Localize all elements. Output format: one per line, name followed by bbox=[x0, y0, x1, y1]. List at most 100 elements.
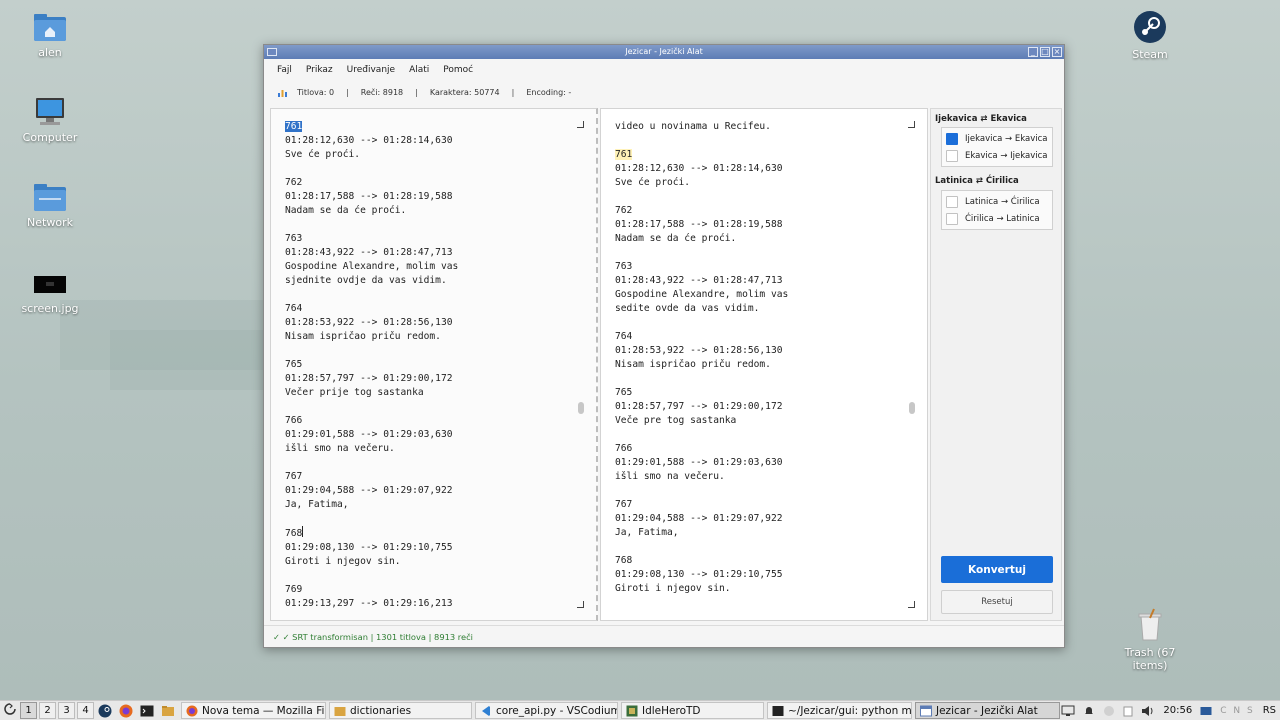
task-terminal[interactable]: ~/Jezicar/gui: python ma... bbox=[767, 702, 912, 719]
window-titlebar[interactable]: Jezicar - Jezički Alat _ □ × bbox=[264, 45, 1064, 59]
task-idleherotd[interactable]: IdleHeroTD bbox=[621, 702, 764, 719]
status-circle-icon[interactable] bbox=[1103, 705, 1115, 717]
checkbox-unchecked[interactable] bbox=[946, 213, 958, 225]
menu-edit[interactable]: Uređivanje bbox=[340, 65, 402, 75]
selected-text: 761 bbox=[285, 121, 303, 132]
task-label: Nova tema — Mozilla Fir... bbox=[202, 704, 326, 717]
clock[interactable]: 20:56 bbox=[1163, 705, 1192, 716]
option-label: Ekavica → Ijekavica bbox=[965, 151, 1048, 161]
task-label: ~/Jezicar/gui: python ma... bbox=[788, 704, 912, 717]
input-text-before-caret: 01:28:12,630 --> 01:28:14,630 Sve će pro… bbox=[285, 135, 459, 539]
task-firefox[interactable]: Nova tema — Mozilla Fir... bbox=[181, 702, 326, 719]
reset-button[interactable]: Resetuj bbox=[941, 590, 1053, 614]
checkbox-unchecked[interactable] bbox=[946, 196, 958, 208]
task-dictionaries[interactable]: dictionaries bbox=[329, 702, 472, 719]
output-text-content[interactable]: video u novinama u Recifeu. 761 01:28:12… bbox=[615, 120, 788, 596]
desktop-icon-computer[interactable]: Computer bbox=[10, 97, 90, 144]
input-text-content[interactable]: 761 01:28:12,630 --> 01:28:14,630 Sve će… bbox=[285, 120, 458, 611]
network-folder-icon bbox=[34, 184, 66, 211]
option-label: Ćirilica → Latinica bbox=[965, 214, 1040, 224]
input-text-editor[interactable]: 761 01:28:12,630 --> 01:28:14,630 Sve će… bbox=[270, 108, 598, 621]
minimize-button[interactable]: _ bbox=[1028, 47, 1038, 57]
trash-icon bbox=[1138, 608, 1162, 641]
desktop-icon-label: Computer bbox=[22, 131, 78, 144]
terminal-icon bbox=[772, 705, 784, 716]
maximize-button[interactable]: □ bbox=[1040, 47, 1050, 57]
desktop-icon-screen-jpg[interactable]: screen.jpg bbox=[10, 268, 90, 315]
option-ijekavica-to-ekavica[interactable]: Ijekavica → Ekavica bbox=[946, 132, 1048, 146]
task-label: core_api.py - VSCodium bbox=[496, 704, 618, 717]
right-scrollbar-thumb[interactable] bbox=[909, 402, 915, 414]
output-text-editor[interactable]: video u novinama u Recifeu. 761 01:28:12… bbox=[600, 108, 928, 621]
status-message: ✓ ✓ SRT transformisan | 1301 titlova | 8… bbox=[273, 631, 473, 642]
volume-icon[interactable] bbox=[1141, 705, 1155, 717]
file-manager-launcher-icon[interactable] bbox=[158, 702, 178, 719]
start-menu-icon[interactable] bbox=[2, 703, 18, 718]
convert-button[interactable]: Konvertuj bbox=[941, 556, 1053, 583]
checkbox-checked[interactable] bbox=[946, 133, 958, 145]
folder-icon bbox=[334, 706, 346, 716]
keyboard-layout[interactable]: RS bbox=[1263, 705, 1276, 716]
desktop-icon-trash[interactable]: Trash (67 items) bbox=[1110, 608, 1190, 672]
app-window: Jezicar - Jezički Alat _ □ × Fajl Prikaz… bbox=[263, 44, 1065, 648]
resize-handle-top[interactable] bbox=[577, 121, 584, 128]
resize-handle-top[interactable] bbox=[908, 121, 915, 128]
menu-help[interactable]: Pomoć bbox=[436, 65, 480, 75]
option-label: Latinica → Ćirilica bbox=[965, 197, 1040, 207]
steam-launcher-icon[interactable] bbox=[95, 702, 115, 719]
desktop-icon-steam[interactable]: Steam bbox=[1110, 10, 1190, 61]
terminal-launcher-icon[interactable] bbox=[137, 702, 157, 719]
menu-tools[interactable]: Alati bbox=[402, 65, 436, 75]
desktop-icon-label: Network bbox=[27, 216, 73, 229]
system-tray: 20:56 C N S RS bbox=[1061, 705, 1276, 717]
checkbox-unchecked[interactable] bbox=[946, 150, 958, 162]
workspace-4[interactable]: 4 bbox=[77, 702, 94, 719]
task-jezicar[interactable]: Jezicar - Jezički Alat bbox=[915, 702, 1060, 719]
workspace-3[interactable]: 3 bbox=[58, 702, 75, 719]
option-ekavica-to-ijekavica[interactable]: Ekavica → Ijekavica bbox=[946, 149, 1048, 163]
group-title-dialect: Ijekavica ⇄ Ekavica bbox=[935, 114, 1027, 124]
firefox-launcher-icon[interactable] bbox=[116, 702, 136, 719]
notification-bell-icon[interactable] bbox=[1083, 705, 1095, 717]
taskbar: 1 2 3 4 Nova tema — Mozilla Fir... dicti… bbox=[0, 700, 1280, 720]
workspace-2[interactable]: 2 bbox=[39, 702, 56, 719]
task-vscodium[interactable]: core_api.py - VSCodium bbox=[475, 702, 618, 719]
output-text-top: video u novinama u Recifeu. bbox=[615, 121, 771, 132]
resize-handle-bottom[interactable] bbox=[908, 601, 915, 608]
image-file-icon bbox=[34, 276, 66, 293]
options-panel: Ijekavica ⇄ Ekavica Ijekavica → Ekavica … bbox=[930, 108, 1062, 621]
desktop-icon-home[interactable]: alen bbox=[10, 12, 90, 59]
left-scrollbar-thumb[interactable] bbox=[578, 402, 584, 414]
stat-encoding: Encoding: - bbox=[526, 87, 572, 97]
input-text-after-caret: 01:29:08,130 --> 01:29:10,755 Giroti i n… bbox=[285, 542, 453, 609]
group-title-script: Latinica ⇄ Ćirilica bbox=[935, 176, 1019, 186]
desktop-icon-label: screen.jpg bbox=[21, 302, 79, 315]
home-folder-icon bbox=[34, 14, 66, 41]
desktop-icon-label: Steam bbox=[1132, 48, 1168, 61]
close-button[interactable]: × bbox=[1052, 47, 1062, 57]
vscodium-icon bbox=[482, 705, 490, 716]
group-box-script: Latinica → Ćirilica Ćirilica → Latinica bbox=[941, 190, 1053, 230]
keyboard-icon[interactable] bbox=[1200, 706, 1212, 716]
stat-chars: Karaktera: 50774 bbox=[429, 87, 500, 97]
workspace-1[interactable]: 1 bbox=[20, 702, 37, 719]
menu-view[interactable]: Prikaz bbox=[299, 65, 340, 75]
stat-titles: Titlova: 0 bbox=[297, 87, 335, 97]
task-label: dictionaries bbox=[350, 704, 412, 717]
highlighted-text: 761 bbox=[615, 149, 633, 160]
clipboard-icon[interactable] bbox=[1123, 705, 1133, 717]
desktop-icon-network[interactable]: Network bbox=[10, 182, 90, 229]
lock-key-indicators: C N S bbox=[1220, 705, 1255, 716]
task-label: Jezicar - Jezički Alat bbox=[936, 704, 1038, 717]
resize-handle-bottom[interactable] bbox=[577, 601, 584, 608]
window-menu-icon[interactable] bbox=[267, 48, 277, 56]
menu-file[interactable]: Fajl bbox=[270, 65, 299, 75]
option-cyrillic-to-latin[interactable]: Ćirilica → Latinica bbox=[946, 212, 1040, 226]
option-latin-to-cyrillic[interactable]: Latinica → Ćirilica bbox=[946, 195, 1040, 209]
display-icon[interactable] bbox=[1061, 705, 1075, 717]
firefox-icon bbox=[186, 705, 198, 716]
stats-bar: Titlova: 0 | Reči: 8918 | Karaktera: 507… bbox=[264, 81, 1064, 103]
app-window-icon bbox=[920, 705, 932, 716]
window-title: Jezicar - Jezički Alat bbox=[625, 47, 703, 56]
group-box-dialect: Ijekavica → Ekavica Ekavica → Ijekavica bbox=[941, 127, 1053, 167]
